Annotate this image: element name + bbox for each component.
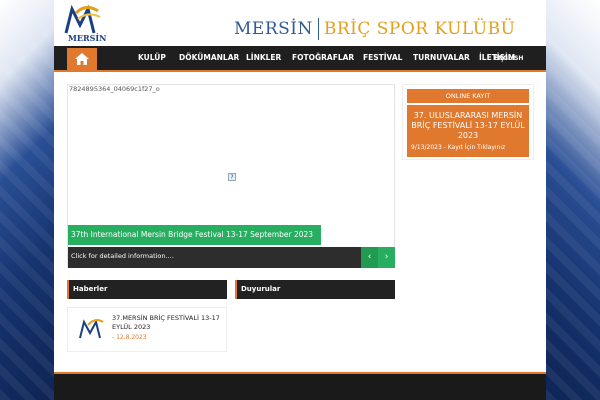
site-container: MERSİN MERSİN BRİÇ SPOR KULÜBÜ KULÜP DÖK… xyxy=(54,0,546,400)
slider-info-link[interactable]: Click for detailed information.... xyxy=(68,247,361,268)
site-logo[interactable]: MERSİN xyxy=(62,3,106,45)
logo-emblem-icon xyxy=(64,4,101,34)
nav-item-kulup[interactable]: KULÜP xyxy=(138,53,166,62)
nav-item-festival[interactable]: FESTİVAL xyxy=(363,53,402,62)
slider-prev-button[interactable]: ‹ xyxy=(361,247,378,268)
footer xyxy=(54,372,546,400)
news-item-title[interactable]: 37.MERSİN BRİÇ FESTİVALİ 13-17 EYLÜL 202… xyxy=(112,314,224,332)
slider-caption[interactable]: 37th International Mersin Bridge Festiva… xyxy=(68,225,322,245)
background-right-decoration xyxy=(546,0,600,400)
announcements-panel-title: Duyurular xyxy=(235,280,395,299)
online-registration-link[interactable]: 37. ULUSLARARASI MERSİN BRİÇ FESTİVALİ 1… xyxy=(407,105,529,157)
club-title-name: BRİÇ SPOR KULÜBÜ xyxy=(323,19,516,39)
broken-image-icon: ? xyxy=(228,173,236,181)
news-list-item[interactable]: 37.MERSİN BRİÇ FESTİVALİ 13-17 EYLÜL 202… xyxy=(67,307,227,352)
featured-slider: 7824895364_04069c1f27_o ? 37th Internati… xyxy=(67,84,395,268)
club-title-city: MERSİN xyxy=(234,19,313,39)
chevron-right-icon: › xyxy=(384,252,389,262)
header: MERSİN MERSİN BRİÇ SPOR KULÜBÜ xyxy=(54,0,546,46)
logo-text: MERSİN xyxy=(68,33,107,43)
nav-item-dokumanlar[interactable]: DÖKÜMANLAR xyxy=(179,53,239,62)
background-left-decoration xyxy=(0,0,54,400)
nav-home-button[interactable] xyxy=(67,48,97,70)
news-thumbnail-logo-icon xyxy=(79,319,104,339)
main-navigation: KULÜP DÖKÜMANLAR LİNKLER FOTOĞRAFLAR FES… xyxy=(54,46,546,72)
club-title: MERSİN BRİÇ SPOR KULÜBÜ xyxy=(234,18,515,40)
nav-item-linkler[interactable]: LİNKLER xyxy=(246,53,281,62)
nav-item-turnuvalar[interactable]: TURNUVALAR xyxy=(413,53,470,62)
registration-title: 37. ULUSLARARASI MERSİN BRİÇ FESTİVALİ 1… xyxy=(411,111,525,140)
club-title-divider xyxy=(317,18,319,40)
nav-item-fotograflar[interactable]: FOTOĞRAFLAR xyxy=(292,53,354,62)
home-icon xyxy=(75,53,89,65)
slider-image-alt-text: 7824895364_04069c1f27_o xyxy=(69,85,160,93)
news-panel-title: Haberler xyxy=(67,280,227,299)
slider-next-button[interactable]: › xyxy=(378,247,395,268)
chevron-left-icon: ‹ xyxy=(367,252,372,262)
online-registration-widget: ONLINE KAYIT 37. ULUSLARARASI MERSİN BRİ… xyxy=(402,84,534,160)
language-switch-link[interactable]: ENGLISH xyxy=(494,55,523,62)
online-registration-header: ONLINE KAYIT xyxy=(407,89,529,104)
news-item-date: - 12.8.2023 xyxy=(112,334,147,341)
registration-note: 9/13/2023 - Kayıt İçin Tıklayınız xyxy=(411,144,506,151)
